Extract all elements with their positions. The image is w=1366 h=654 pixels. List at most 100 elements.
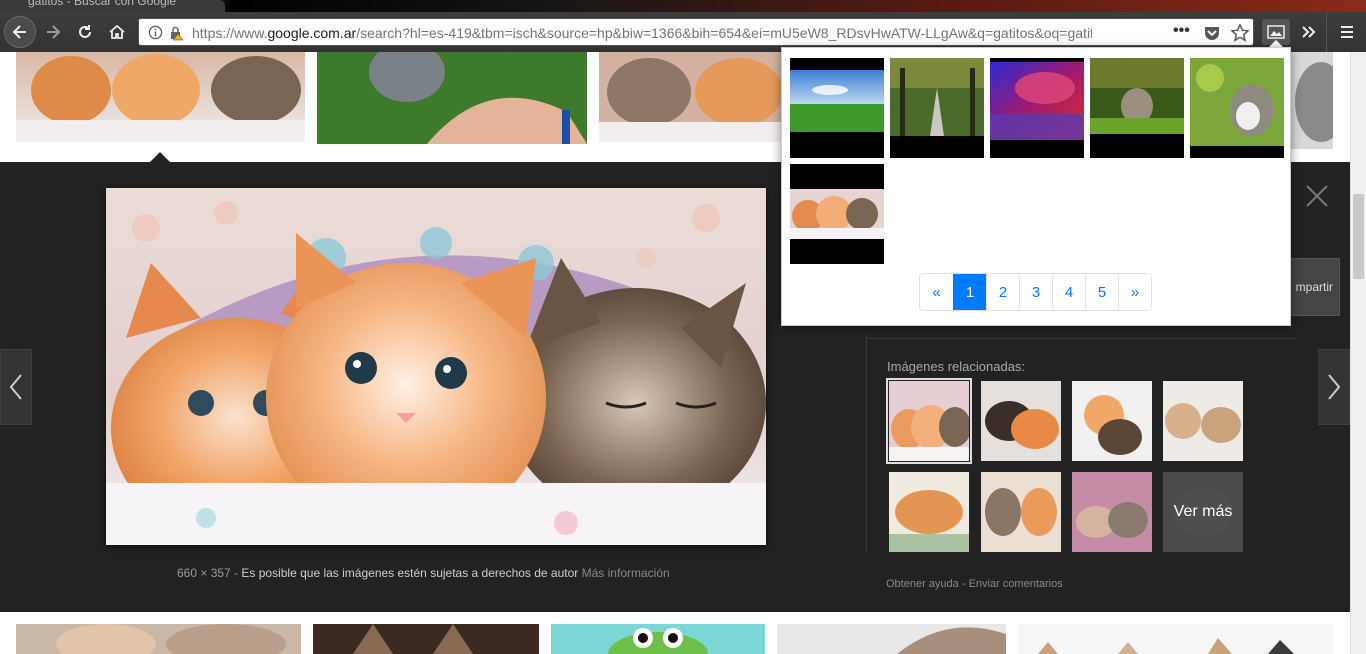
kittens-thumbnail-image bbox=[1018, 624, 1333, 654]
gallery-thumbnail[interactable] bbox=[790, 58, 884, 158]
next-image-button[interactable] bbox=[1318, 349, 1350, 425]
related-image[interactable] bbox=[981, 381, 1061, 461]
pagination-page-3[interactable]: 3 bbox=[1019, 274, 1052, 310]
related-image[interactable] bbox=[886, 378, 972, 464]
pagination-page-1[interactable]: 1 bbox=[953, 274, 986, 310]
more-info-link[interactable]: Más información bbox=[582, 566, 670, 580]
gallery-thumbnail[interactable] bbox=[1090, 58, 1184, 158]
see-more-button[interactable]: Ver más bbox=[1163, 472, 1243, 552]
related-kittens-image bbox=[1072, 381, 1152, 461]
result-thumbnail[interactable] bbox=[1291, 52, 1333, 149]
url-text[interactable]: https://www.google.com.ar/search?hl=es-4… bbox=[192, 25, 1092, 41]
gallery-thumbnail[interactable] bbox=[1190, 58, 1284, 158]
overflow-chevron-button[interactable] bbox=[1296, 19, 1322, 45]
related-kittens-image bbox=[981, 472, 1061, 552]
purple-lake-image bbox=[990, 58, 1084, 158]
reload-button[interactable] bbox=[72, 19, 98, 45]
info-icon[interactable] bbox=[148, 25, 163, 40]
pagination-page-2[interactable]: 2 bbox=[986, 274, 1019, 310]
back-button[interactable] bbox=[4, 16, 36, 48]
pagination-page-5[interactable]: 5 bbox=[1085, 274, 1118, 310]
close-icon bbox=[1306, 185, 1328, 207]
image-caption: 660 × 357 - Es posible que las imágenes … bbox=[177, 566, 670, 580]
kittens-thumbnail-image bbox=[16, 52, 305, 142]
gallery-thumbnail[interactable] bbox=[790, 164, 884, 264]
related-image[interactable] bbox=[1163, 381, 1243, 461]
home-button[interactable] bbox=[104, 19, 130, 45]
cat-thumbnail-image bbox=[313, 624, 539, 654]
hamburger-icon bbox=[1341, 26, 1353, 38]
kitten-grass-image bbox=[1090, 58, 1184, 158]
related-image[interactable] bbox=[1072, 381, 1152, 461]
result-thumbnail[interactable] bbox=[16, 624, 301, 654]
footer-separator: - bbox=[961, 578, 966, 590]
result-thumbnail[interactable] bbox=[1018, 624, 1333, 654]
arrow-right-icon bbox=[47, 25, 61, 39]
insecure-lock-icon[interactable] bbox=[168, 25, 184, 41]
gallery-thumbnail[interactable] bbox=[990, 58, 1084, 158]
result-thumbnail[interactable] bbox=[551, 624, 765, 654]
caption-separator: - bbox=[234, 566, 239, 580]
kittens-thumbnail-image bbox=[599, 52, 781, 142]
url-path: /search?hl=es-419&tbm=isch&source=hp&biw… bbox=[356, 25, 1092, 41]
arrow-left-icon bbox=[12, 25, 26, 39]
panel-separator bbox=[866, 338, 1294, 339]
feedback-link[interactable]: Enviar comentarios bbox=[969, 578, 1063, 590]
frog-hat-thumbnail-image bbox=[551, 624, 765, 654]
chevron-left-icon bbox=[9, 374, 22, 400]
pagination-page-4[interactable]: 4 bbox=[1052, 274, 1085, 310]
panel-divider bbox=[866, 334, 867, 552]
tab-strip: gatitos - Buscar con Google bbox=[0, 0, 1366, 12]
previous-image-button[interactable] bbox=[0, 349, 32, 425]
viewer-footer-links: Obtener ayuda - Enviar comentarios bbox=[886, 578, 1063, 590]
result-thumbnail[interactable] bbox=[317, 52, 587, 144]
result-thumbnail[interactable] bbox=[599, 52, 781, 142]
kitten-leaves-image bbox=[1190, 58, 1284, 158]
photo-gallery-icon bbox=[1267, 25, 1285, 39]
cat-thumbnail-image bbox=[16, 624, 301, 654]
copyright-notice: Es posible que las imágenes estén sujeta… bbox=[241, 566, 579, 580]
related-kittens-image bbox=[1163, 381, 1243, 461]
related-kittens-image bbox=[889, 472, 969, 552]
related-image[interactable] bbox=[981, 472, 1061, 552]
url-domain: google.com.ar bbox=[267, 25, 357, 41]
toolbar-divider bbox=[1326, 12, 1327, 52]
result-thumbnail[interactable] bbox=[313, 624, 539, 654]
preview-image[interactable] bbox=[106, 188, 766, 545]
url-prefix: https://www. bbox=[192, 25, 268, 41]
image-dimensions: 660 × 357 bbox=[177, 566, 231, 580]
menu-button[interactable] bbox=[1334, 19, 1360, 45]
related-image[interactable] bbox=[1072, 472, 1152, 552]
help-link[interactable]: Obtener ayuda bbox=[886, 578, 959, 590]
scrollbar-thumb[interactable] bbox=[1353, 194, 1364, 279]
pagination-next[interactable]: » bbox=[1118, 274, 1151, 310]
chevron-right-icon bbox=[1328, 374, 1341, 400]
pagination-prev[interactable]: « bbox=[920, 274, 953, 310]
close-viewer-button[interactable] bbox=[1302, 181, 1332, 211]
page-scrollbar[interactable] bbox=[1350, 52, 1366, 654]
three-kittens-image bbox=[106, 188, 766, 545]
url-bar[interactable]: https://www.google.com.ar/search?hl=es-4… bbox=[138, 18, 1254, 46]
tree-road-image bbox=[890, 58, 984, 158]
image-gallery-popup: « 1 2 3 4 5 » bbox=[781, 47, 1291, 326]
bookmark-star-icon[interactable] bbox=[1230, 23, 1250, 43]
gallery-thumbnail[interactable] bbox=[890, 58, 984, 158]
result-thumbnail[interactable] bbox=[777, 624, 1006, 654]
related-image[interactable] bbox=[889, 472, 969, 552]
reload-icon bbox=[79, 25, 91, 38]
double-chevron-right-icon bbox=[1302, 26, 1316, 38]
related-images-title: Imágenes relacionadas: bbox=[887, 359, 1026, 374]
forward-button[interactable] bbox=[40, 19, 66, 45]
home-icon bbox=[109, 24, 125, 39]
gallery-pagination: « 1 2 3 4 5 » bbox=[919, 273, 1152, 311]
share-label: mpartir bbox=[1295, 280, 1333, 294]
active-tab[interactable]: gatitos - Buscar con Google bbox=[0, 0, 225, 12]
kitten-hand-thumbnail-image bbox=[317, 52, 587, 144]
result-thumbnail[interactable] bbox=[16, 52, 305, 142]
page-actions-icon[interactable]: ••• bbox=[1173, 22, 1190, 40]
related-kittens-image bbox=[981, 381, 1061, 461]
pocket-icon[interactable] bbox=[1203, 24, 1221, 42]
panel-pointer bbox=[150, 152, 170, 162]
kittens-blanket-image bbox=[790, 164, 884, 264]
sky-field-image bbox=[790, 58, 884, 158]
